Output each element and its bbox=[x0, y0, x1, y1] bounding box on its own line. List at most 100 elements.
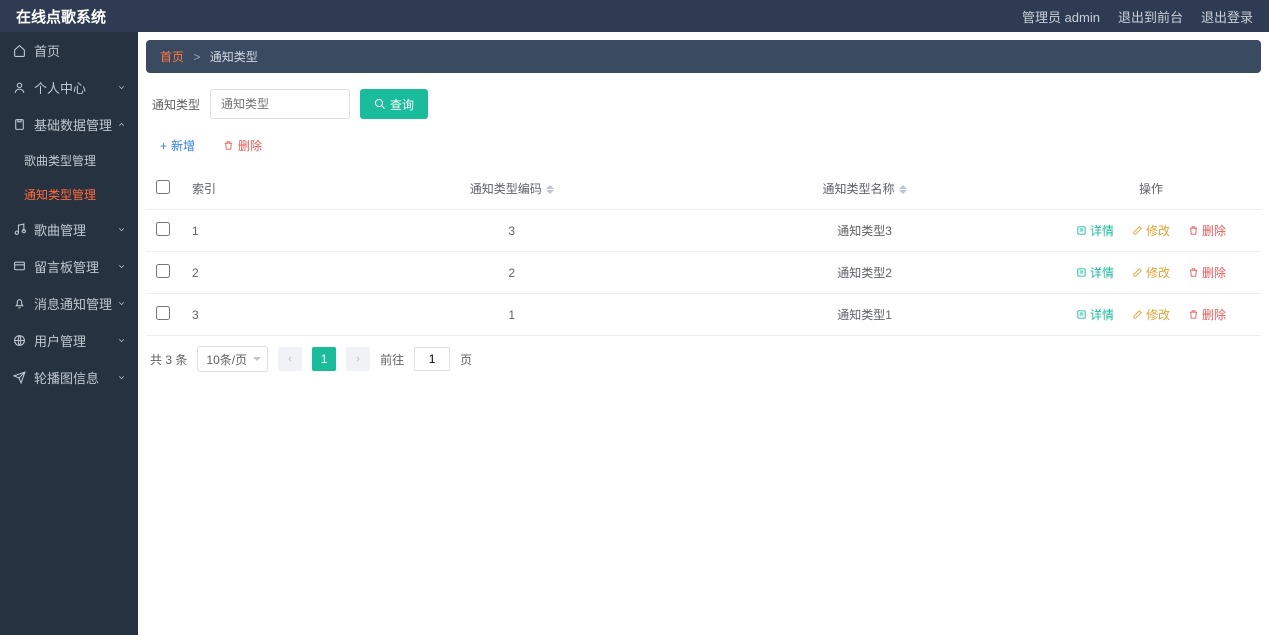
send-icon bbox=[12, 371, 26, 385]
breadcrumb-sep: > bbox=[193, 50, 200, 64]
row-edit-button[interactable]: 修改 bbox=[1132, 264, 1170, 281]
delete-button-label: 删除 bbox=[238, 137, 262, 154]
sort-icon bbox=[899, 185, 907, 194]
table-row: 31通知类型1 详情 修改 删除 bbox=[146, 294, 1261, 336]
sidebar-item-label: 基础数据管理 bbox=[34, 115, 116, 134]
goto-page-input[interactable] bbox=[414, 347, 450, 371]
sort-icon bbox=[546, 185, 554, 194]
row-detail-button[interactable]: 详情 bbox=[1076, 264, 1114, 281]
sidebar-item-users[interactable]: 用户管理 bbox=[0, 322, 138, 359]
cell-name: 通知类型3 bbox=[688, 210, 1041, 252]
sidebar-item-label: 首页 bbox=[34, 41, 126, 60]
chevron-up-icon bbox=[116, 120, 126, 130]
sidebar-item-profile[interactable]: 个人中心 bbox=[0, 69, 138, 106]
sidebar-item-label: 轮播图信息 bbox=[34, 368, 116, 387]
select-all-checkbox[interactable] bbox=[156, 180, 170, 194]
sidebar-subitem-songtype[interactable]: 歌曲类型管理 bbox=[0, 143, 138, 177]
goto-suffix: 页 bbox=[460, 351, 472, 368]
sidebar-item-label: 留言板管理 bbox=[34, 257, 116, 276]
col-index: 索引 bbox=[180, 168, 335, 210]
page-size-select[interactable]: 10条/页 bbox=[197, 346, 268, 372]
chevron-down-icon bbox=[116, 83, 126, 93]
app-header: 在线点歌系统 管理员 admin 退出到前台 退出登录 bbox=[0, 0, 1269, 32]
logout-link[interactable]: 退出登录 bbox=[1201, 7, 1253, 26]
board-icon bbox=[12, 260, 26, 274]
chevron-down-icon bbox=[116, 336, 126, 346]
total-text: 共 3 条 bbox=[150, 351, 187, 368]
cell-index: 3 bbox=[180, 294, 335, 336]
search-label: 通知类型 bbox=[152, 96, 200, 113]
row-checkbox[interactable] bbox=[156, 264, 170, 278]
bell-icon bbox=[12, 297, 26, 311]
cell-index: 2 bbox=[180, 252, 335, 294]
cell-code: 1 bbox=[335, 294, 688, 336]
row-edit-button[interactable]: 修改 bbox=[1132, 222, 1170, 239]
add-button-label: 新增 bbox=[171, 137, 195, 154]
row-checkbox[interactable] bbox=[156, 222, 170, 236]
col-ops: 操作 bbox=[1041, 168, 1261, 210]
table-row: 22通知类型2详情修改删除 bbox=[146, 252, 1261, 294]
page-number-1[interactable]: 1 bbox=[312, 347, 336, 371]
actions-row: + 新增 删除 bbox=[146, 131, 1261, 168]
sidebar-subitem-label: 通知类型管理 bbox=[24, 186, 96, 203]
home-icon bbox=[12, 44, 26, 58]
sidebar: 首页 个人中心 基础数据管理 歌曲类型管理 通知类型管理 歌曲管理 留言板管理 bbox=[0, 32, 138, 635]
goto-prefix: 前往 bbox=[380, 351, 404, 368]
chevron-down-icon bbox=[116, 299, 126, 309]
chevron-down-icon bbox=[116, 262, 126, 272]
app-title: 在线点歌系统 bbox=[16, 6, 106, 27]
sidebar-subitem-noticetype[interactable]: 通知类型管理 bbox=[0, 177, 138, 211]
sidebar-item-songs[interactable]: 歌曲管理 bbox=[0, 211, 138, 248]
sidebar-item-label: 消息通知管理 bbox=[34, 294, 116, 313]
music-icon bbox=[12, 223, 26, 237]
breadcrumb: 首页 > 通知类型 bbox=[146, 40, 1261, 73]
sidebar-item-carousel[interactable]: 轮播图信息 bbox=[0, 359, 138, 396]
cell-name: 通知类型1 bbox=[688, 294, 1041, 336]
delete-button[interactable]: 删除 bbox=[223, 137, 262, 154]
sidebar-item-label: 个人中心 bbox=[34, 78, 116, 97]
col-code[interactable]: 通知类型编码 bbox=[335, 168, 688, 210]
query-button-label: 查询 bbox=[390, 96, 414, 113]
sidebar-item-board[interactable]: 留言板管理 bbox=[0, 248, 138, 285]
to-front-link[interactable]: 退出到前台 bbox=[1118, 7, 1183, 26]
row-detail-button[interactable]: 详情 bbox=[1076, 306, 1114, 323]
sidebar-item-label: 歌曲管理 bbox=[34, 220, 116, 239]
user-icon bbox=[12, 81, 26, 95]
row-edit-button[interactable]: 修改 bbox=[1132, 306, 1170, 323]
row-delete-button[interactable]: 删除 bbox=[1188, 222, 1226, 239]
globe-icon bbox=[12, 334, 26, 348]
add-button[interactable]: + 新增 bbox=[160, 137, 195, 154]
row-checkbox[interactable] bbox=[156, 306, 170, 320]
breadcrumb-current: 通知类型 bbox=[210, 50, 258, 64]
col-name[interactable]: 通知类型名称 bbox=[688, 168, 1041, 210]
chevron-down-icon bbox=[116, 373, 126, 383]
col-checkbox bbox=[146, 168, 180, 210]
prev-page-button[interactable] bbox=[278, 347, 302, 371]
query-button[interactable]: 查询 bbox=[360, 89, 428, 119]
next-page-button[interactable] bbox=[346, 347, 370, 371]
breadcrumb-home[interactable]: 首页 bbox=[160, 50, 184, 64]
chevron-down-icon bbox=[116, 225, 126, 235]
row-delete-button[interactable]: 删除 bbox=[1188, 264, 1226, 281]
sidebar-item-home[interactable]: 首页 bbox=[0, 32, 138, 69]
cell-code: 3 bbox=[335, 210, 688, 252]
cell-code: 2 bbox=[335, 252, 688, 294]
sidebar-item-basedata[interactable]: 基础数据管理 bbox=[0, 106, 138, 143]
clipboard-icon bbox=[12, 118, 26, 132]
row-detail-button[interactable]: 详情 bbox=[1076, 222, 1114, 239]
plus-icon: + bbox=[160, 139, 167, 153]
search-input[interactable] bbox=[210, 89, 350, 119]
search-toolbar: 通知类型 查询 bbox=[146, 85, 1261, 131]
cell-name: 通知类型2 bbox=[688, 252, 1041, 294]
sidebar-item-label: 用户管理 bbox=[34, 331, 116, 350]
admin-label[interactable]: 管理员 admin bbox=[1022, 7, 1100, 26]
trash-icon bbox=[223, 140, 234, 151]
pagination: 共 3 条 10条/页 1 前往 页 bbox=[146, 336, 1261, 382]
sidebar-subitem-label: 歌曲类型管理 bbox=[24, 152, 96, 169]
row-delete-button[interactable]: 删除 bbox=[1188, 306, 1226, 323]
sidebar-item-notice[interactable]: 消息通知管理 bbox=[0, 285, 138, 322]
cell-index: 1 bbox=[180, 210, 335, 252]
search-icon bbox=[374, 98, 386, 110]
table-row: 13通知类型3 详情 修改 删除 bbox=[146, 210, 1261, 252]
data-table: 索引 通知类型编码 通知类型名称 操作 13通知类型3详情修改删除22通知类型2… bbox=[146, 168, 1261, 336]
